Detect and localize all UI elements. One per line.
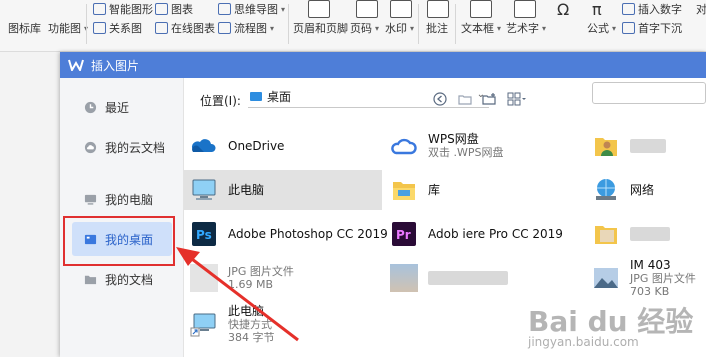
watermark-url: jingyan.baidu.com	[528, 335, 639, 349]
baidu-watermark: Bai du 经验	[528, 305, 694, 338]
